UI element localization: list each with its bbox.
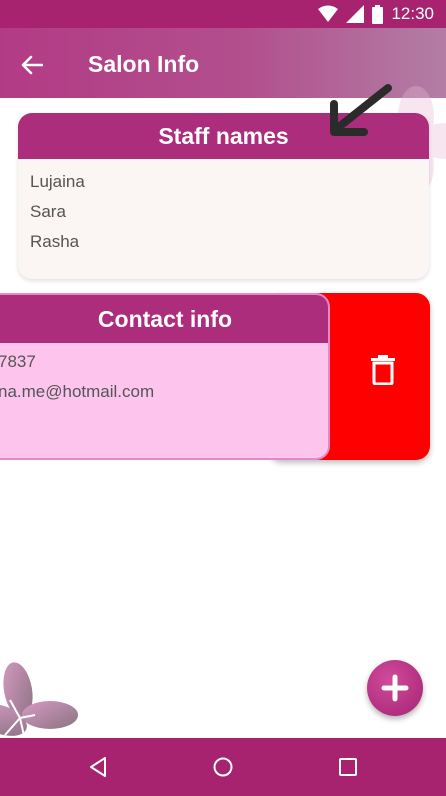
status-bar: 12:30 — [0, 0, 446, 28]
page-title: Salon Info — [88, 51, 200, 77]
signal-icon — [346, 5, 365, 23]
staff-name-item: Sara — [30, 202, 66, 221]
arrow-left-icon — [21, 55, 43, 75]
recents-square-icon — [339, 758, 357, 776]
contact-details: 7837 na.me@hotmail.com — [0, 343, 328, 407]
battery-icon — [372, 4, 384, 24]
back-button[interactable] — [14, 47, 50, 83]
contact-phone: 7837 — [0, 352, 36, 371]
nav-back-button[interactable] — [86, 755, 110, 779]
nav-recents-button[interactable] — [336, 755, 360, 779]
staff-name-item: Rasha — [30, 232, 80, 251]
trash-icon[interactable] — [370, 355, 396, 385]
contact-info-card[interactable]: Contact info 7837 na.me@hotmail.com — [0, 293, 330, 460]
contact-email: na.me@hotmail.com — [0, 382, 155, 401]
home-circle-icon — [213, 757, 233, 777]
status-icons: 12:30 — [318, 3, 434, 25]
decorative-flower-icon — [0, 662, 78, 741]
status-time: 12:30 — [391, 4, 434, 23]
plus-icon — [381, 674, 409, 702]
arrow-down-left-icon — [330, 84, 392, 136]
wifi-icon — [318, 5, 339, 22]
nav-home-button[interactable] — [211, 755, 235, 779]
staff-name-item: Lujaina — [30, 172, 85, 191]
navigation-bar — [0, 738, 446, 796]
back-triangle-icon — [90, 757, 106, 777]
staff-list: Lujaina Sara Rasha — [18, 159, 429, 265]
add-button[interactable] — [367, 660, 423, 716]
contact-card-header: Contact info — [0, 295, 328, 343]
